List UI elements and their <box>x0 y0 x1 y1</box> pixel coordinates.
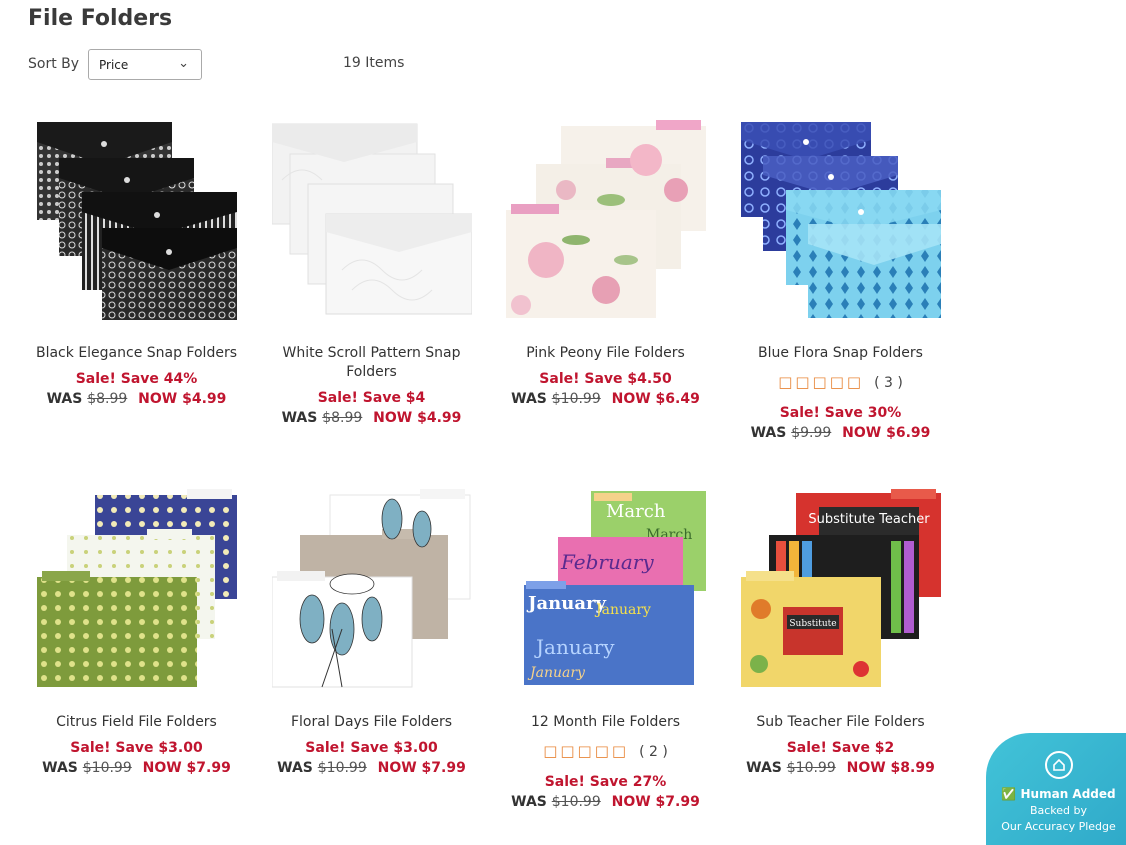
price-line: WAS $10.99 NOW $7.99 <box>19 760 254 776</box>
was-price: $10.99 <box>551 391 601 407</box>
sale-text: Sale! Save 44% <box>75 371 198 387</box>
was-label: WAS <box>42 760 78 776</box>
sub-sign-text: Substitute <box>789 619 836 629</box>
sale-text: Sale! Save 27% <box>544 774 667 790</box>
product-image[interactable] <box>505 120 706 320</box>
sale-text: Sale! Save $2 <box>786 740 895 756</box>
badge-title: Human Added <box>1020 787 1116 801</box>
review-count[interactable]: ( 3 ) <box>874 375 903 391</box>
product-name[interactable]: Black Elegance Snap Folders <box>19 344 254 363</box>
was-price: $10.99 <box>317 760 367 776</box>
product-card[interactable]: Pink Peony File Folders Sale! Save $4.50… <box>488 120 723 407</box>
product-name[interactable]: Citrus Field File Folders <box>19 713 254 732</box>
product-name[interactable]: Blue Flora Snap Folders <box>723 344 958 363</box>
sale-text: Sale! Save $4.50 <box>539 371 672 387</box>
rating-stars: □□□□□ <box>543 742 630 760</box>
product-image[interactable]: Substitute Teacher Substitute <box>740 489 941 689</box>
product-card[interactable]: Floral Days File Folders Sale! Save $3.0… <box>254 489 489 776</box>
price-line: WAS $9.99 NOW $6.99 <box>723 425 958 441</box>
was-label: WAS <box>750 425 787 441</box>
was-price: $10.99 <box>551 794 601 810</box>
now-price: NOW $6.49 <box>611 391 700 407</box>
now-price: NOW $7.99 <box>377 760 466 776</box>
product-card[interactable]: March March February January January Jan… <box>488 489 723 810</box>
product-image[interactable] <box>271 120 472 320</box>
sale-text: Sale! Save $4 <box>317 390 426 406</box>
product-image[interactable] <box>36 489 237 689</box>
was-label: WAS <box>277 760 313 776</box>
item-count: 19 Items <box>343 55 405 71</box>
price-line: WAS $10.99 NOW $7.99 <box>488 794 723 810</box>
was-price: $10.99 <box>82 760 132 776</box>
product-name[interactable]: Pink Peony File Folders <box>488 344 723 363</box>
product-card[interactable]: Substitute Teacher Substitute Sub Teache… <box>723 489 958 776</box>
now-price: NOW $7.99 <box>142 760 231 776</box>
month-text: January <box>534 635 615 659</box>
product-card[interactable]: Blue Flora Snap Folders □□□□□ ( 3 ) Sale!… <box>723 120 958 441</box>
product-name[interactable]: Sub Teacher File Folders <box>723 713 958 732</box>
now-price: NOW $7.99 <box>611 794 700 810</box>
was-label: WAS <box>281 410 318 426</box>
was-label: WAS <box>746 760 782 776</box>
sort-select[interactable]: Price ⌄ <box>88 49 202 80</box>
product-card[interactable]: Citrus Field File Folders Sale! Save $3.… <box>19 489 254 776</box>
price-line: WAS $10.99 NOW $8.99 <box>723 760 958 776</box>
page-title: File Folders <box>28 6 173 31</box>
product-image[interactable] <box>36 120 237 320</box>
chevron-down-icon: ⌄ <box>178 56 189 71</box>
was-label: WAS <box>511 794 547 810</box>
sort-selected-value: Price <box>99 58 129 72</box>
sub-title-text: Substitute Teacher <box>808 512 930 527</box>
now-price: NOW $4.99 <box>138 391 227 407</box>
product-card[interactable]: White Scroll Pattern Snap Folders Sale! … <box>254 120 489 426</box>
rating[interactable]: □□□□□ ( 2 ) <box>488 742 723 760</box>
price-line: WAS $10.99 NOW $6.49 <box>488 391 723 407</box>
accuracy-badge[interactable]: ✅ Human Added Backed by Our Accuracy Ple… <box>986 733 1126 845</box>
was-price: $8.99 <box>322 410 363 426</box>
month-text: January <box>527 665 586 681</box>
sale-text: Sale! Save 30% <box>779 405 902 421</box>
now-price: NOW $4.99 <box>373 410 462 426</box>
month-text: January <box>594 602 651 618</box>
product-image[interactable] <box>740 120 941 320</box>
badge-pledge: Our Accuracy Pledge <box>1001 820 1116 833</box>
month-text: February <box>560 550 654 574</box>
was-label: WAS <box>46 391 83 407</box>
product-name[interactable]: White Scroll Pattern Snap Folders <box>254 344 489 382</box>
price-line: WAS $10.99 NOW $7.99 <box>254 760 489 776</box>
rating-stars: □□□□□ <box>778 373 865 391</box>
review-count[interactable]: ( 2 ) <box>639 744 668 760</box>
month-text: March <box>606 501 666 522</box>
product-card[interactable]: Black Elegance Snap Folders Sale! Save 4… <box>19 120 254 407</box>
sort-label: Sort By <box>28 56 80 72</box>
product-image[interactable] <box>271 489 472 689</box>
product-name[interactable]: Floral Days File Folders <box>254 713 489 732</box>
price-line: WAS $8.99 NOW $4.99 <box>254 410 489 426</box>
rating[interactable]: □□□□□ ( 3 ) <box>723 373 958 391</box>
check-icon: ✅ <box>1001 787 1017 801</box>
home-shield-icon <box>1044 751 1073 779</box>
was-label: WAS <box>511 391 547 407</box>
badge-backed-by: Backed by <box>1029 804 1088 817</box>
sale-text: Sale! Save $3.00 <box>305 740 438 756</box>
now-price: NOW $8.99 <box>846 760 935 776</box>
was-price: $8.99 <box>87 391 128 407</box>
now-price: NOW $6.99 <box>842 425 931 441</box>
was-price: $9.99 <box>791 425 832 441</box>
was-price: $10.99 <box>786 760 836 776</box>
month-text: January <box>526 593 607 614</box>
sale-text: Sale! Save $3.00 <box>70 740 203 756</box>
price-line: WAS $8.99 NOW $4.99 <box>19 391 254 407</box>
product-image[interactable]: March March February January January Jan… <box>506 489 706 689</box>
product-name[interactable]: 12 Month File Folders <box>488 713 723 732</box>
